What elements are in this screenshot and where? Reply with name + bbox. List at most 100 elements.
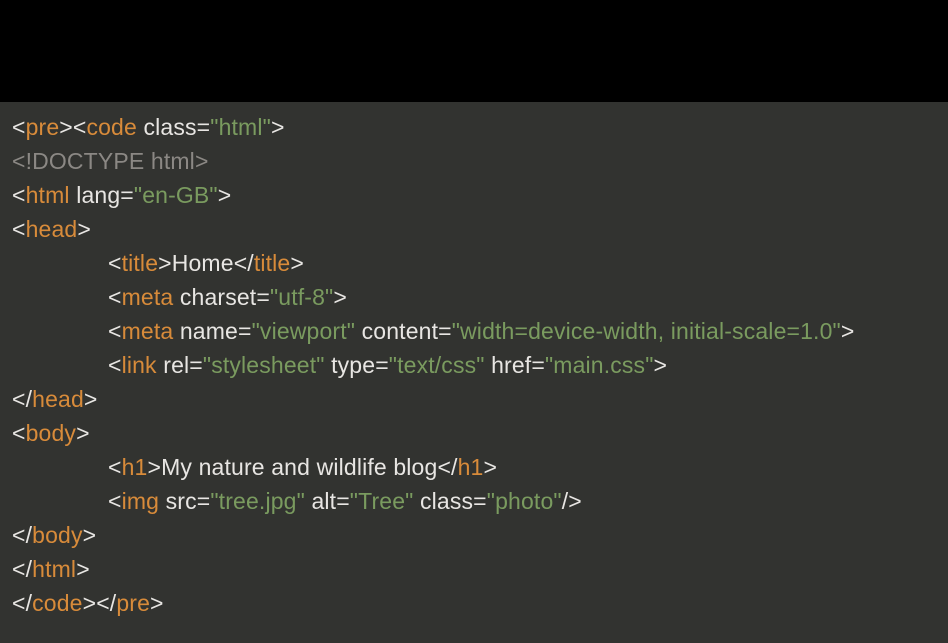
token-attr-value: "en-GB"	[134, 182, 218, 208]
token-attr-value: "width=device-width, initial-scale=1.0"	[452, 318, 841, 344]
token-attr-name: class	[413, 488, 473, 514]
token-punct: >	[218, 182, 232, 208]
token-punct: </	[234, 250, 254, 276]
code-line: <pre><code class="html">	[12, 110, 936, 144]
code-line: <title>Home</title>	[12, 246, 936, 280]
token-attr-name: charset	[173, 284, 256, 310]
token-tag-name: title	[254, 250, 291, 276]
token-tag-name: title	[122, 250, 159, 276]
token-punct: >	[483, 454, 497, 480]
code-line: <!DOCTYPE html>	[12, 144, 936, 178]
token-tag-name: code	[86, 114, 136, 140]
code-line: <img src="tree.jpg" alt="Tree" class="ph…	[12, 484, 936, 518]
token-attr-value: "html"	[210, 114, 271, 140]
token-tag-name: code	[32, 590, 82, 616]
token-punct: >	[77, 216, 91, 242]
token-tag-name: body	[32, 522, 82, 548]
token-attr-name: src	[159, 488, 197, 514]
token-attr-value: "text/css"	[389, 352, 485, 378]
token-punct: </	[12, 522, 32, 548]
token-punct: ></	[83, 590, 117, 616]
top-bar	[0, 0, 948, 102]
token-tag-name: link	[122, 352, 157, 378]
token-punct: />	[562, 488, 582, 514]
token-tag-name: meta	[122, 284, 174, 310]
code-line: </html>	[12, 552, 936, 586]
token-attr-name: content	[355, 318, 438, 344]
token-punct: >	[158, 250, 172, 276]
code-line: </code></pre>	[12, 586, 936, 620]
token-attr-value: "viewport"	[252, 318, 355, 344]
token-punct: <	[12, 216, 26, 242]
token-punct: <	[108, 352, 122, 378]
token-punct: =	[189, 352, 203, 378]
token-attr-value: "stylesheet"	[203, 352, 325, 378]
token-tag-name: head	[32, 386, 84, 412]
token-punct: <	[108, 488, 122, 514]
token-punct: </	[12, 556, 32, 582]
token-punct: >	[150, 590, 164, 616]
token-attr-name: class	[137, 114, 197, 140]
token-punct: =	[256, 284, 270, 310]
token-punct: </	[437, 454, 457, 480]
token-tag-name: h1	[458, 454, 484, 480]
token-attr-value: "tree.jpg"	[210, 488, 305, 514]
token-attr-value: "utf-8"	[270, 284, 333, 310]
code-editor[interactable]: <pre><code class="html"><!DOCTYPE html><…	[0, 102, 948, 643]
code-line: <meta name="viewport" content="width=dev…	[12, 314, 936, 348]
token-attr-value: "photo"	[487, 488, 562, 514]
token-attr-value: "main.css"	[545, 352, 654, 378]
code-line: <meta charset="utf-8">	[12, 280, 936, 314]
token-punct: =	[375, 352, 389, 378]
token-punct: =	[336, 488, 350, 514]
code-line: <head>	[12, 212, 936, 246]
token-tag-name: html	[32, 556, 76, 582]
code-line: <link rel="stylesheet" type="text/css" h…	[12, 348, 936, 382]
code-line: <body>	[12, 416, 936, 450]
token-punct: =	[120, 182, 134, 208]
token-punct: </	[12, 590, 32, 616]
token-punct: >	[333, 284, 347, 310]
token-punct: >	[290, 250, 304, 276]
token-punct: >	[83, 522, 97, 548]
code-line: </head>	[12, 382, 936, 416]
token-tag-name: html	[26, 182, 70, 208]
token-punct: >	[271, 114, 285, 140]
token-tag-name: meta	[122, 318, 174, 344]
token-punct: =	[238, 318, 252, 344]
token-tag-name: body	[26, 420, 76, 446]
token-tag-name: h1	[122, 454, 148, 480]
token-punct: >	[654, 352, 668, 378]
token-punct: >	[84, 386, 98, 412]
token-punct: =	[197, 114, 211, 140]
token-attr-name: href	[485, 352, 532, 378]
token-punct: </	[12, 386, 32, 412]
token-tag-name: pre	[116, 590, 150, 616]
token-attr-name: name	[173, 318, 238, 344]
token-text: Home	[172, 250, 234, 276]
token-punct: =	[531, 352, 545, 378]
token-punct: <	[12, 420, 26, 446]
token-attr-name: rel	[157, 352, 190, 378]
token-punct: <	[12, 114, 26, 140]
token-punct: ><	[59, 114, 86, 140]
code-line: <html lang="en-GB">	[12, 178, 936, 212]
token-doctype: <!DOCTYPE html>	[12, 148, 209, 174]
code-line: </body>	[12, 518, 936, 552]
token-punct: >	[841, 318, 855, 344]
token-attr-value: "Tree"	[350, 488, 414, 514]
token-tag-name: head	[26, 216, 78, 242]
token-punct: <	[108, 454, 122, 480]
token-attr-name: type	[325, 352, 376, 378]
token-tag-name: img	[122, 488, 160, 514]
token-punct: >	[147, 454, 161, 480]
token-punct: <	[108, 250, 122, 276]
token-text: My nature and wildlife blog	[161, 454, 437, 480]
token-punct: =	[438, 318, 452, 344]
token-punct: >	[76, 420, 90, 446]
token-tag-name: pre	[26, 114, 60, 140]
token-attr-name: lang	[70, 182, 121, 208]
token-punct: <	[108, 284, 122, 310]
token-punct: >	[76, 556, 90, 582]
token-punct: =	[197, 488, 211, 514]
